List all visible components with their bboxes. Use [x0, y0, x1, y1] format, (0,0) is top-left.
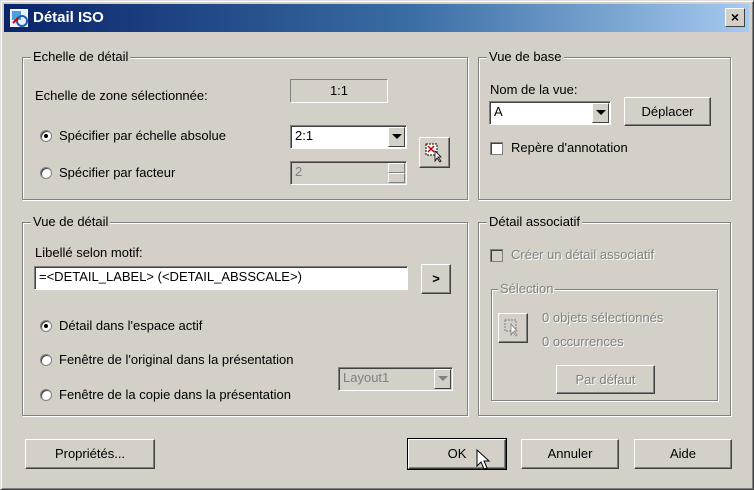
label-pattern-label: Libellé selon motif:	[35, 245, 143, 260]
zone-scale-label: Echelle de zone sélectionnée:	[35, 88, 208, 103]
default-button: Par défaut	[556, 365, 655, 394]
select-objects-button	[498, 313, 528, 343]
vue-detail-legend: Vue de détail	[31, 214, 111, 230]
chevron-down-icon	[438, 376, 448, 381]
absolute-scale-label[interactable]: Spécifier par échelle absolue	[59, 128, 226, 144]
absolute-scale-value: 2:1	[295, 128, 314, 143]
detail-view-app-icon	[10, 9, 28, 27]
original-viewport-label[interactable]: Fenêtre de l'original dans la présentati…	[59, 352, 293, 368]
radio-original-viewport[interactable]	[40, 354, 52, 366]
annotation-marker-checkbox[interactable]	[490, 142, 503, 155]
absolute-scale-combo[interactable]: 2:1	[290, 125, 407, 149]
label-pattern-input[interactable]: =<DETAIL_LABEL> (<DETAIL_ABSSCALE>)	[34, 266, 408, 290]
layout-combo: Layout1	[338, 367, 453, 391]
active-space-label[interactable]: Détail dans l'espace actif	[59, 318, 202, 334]
layout-dropdown-button	[434, 369, 451, 389]
pick-region-icon	[425, 143, 442, 163]
move-button[interactable]: Déplacer	[624, 97, 711, 126]
layout-value: Layout1	[343, 370, 390, 385]
associative-detail-checkbox	[490, 249, 503, 262]
chevron-down-icon	[596, 110, 606, 115]
view-name-combo[interactable]: A	[489, 101, 611, 125]
absolute-scale-dropdown-button[interactable]	[388, 127, 405, 147]
factor-value: 2	[295, 164, 303, 179]
radio-factor[interactable]	[40, 167, 52, 179]
detail-iso-dialog: Détail ISO × Echelle de détail Echelle d…	[0, 0, 754, 490]
associative-detail-label: Créer un détail associatif	[511, 247, 655, 262]
pick-scale-button[interactable]	[419, 137, 450, 168]
annotation-marker-label[interactable]: Repère d'annotation	[511, 140, 628, 156]
occurrences-count: 0 occurrences	[542, 334, 624, 349]
vue-base-group: Vue de base	[478, 49, 731, 200]
view-name-label: Nom de la vue:	[490, 82, 578, 97]
radio-copy-viewport[interactable]	[40, 389, 52, 401]
window-title: Détail ISO	[33, 9, 104, 26]
echelle-detail-legend: Echelle de détail	[31, 49, 131, 65]
properties-button[interactable]: Propriétés...	[25, 439, 155, 469]
title-bar[interactable]: Détail ISO ×	[4, 4, 749, 32]
select-objects-icon	[504, 319, 518, 337]
view-name-value: A	[494, 104, 503, 119]
close-icon: ×	[730, 9, 740, 25]
insert-field-button[interactable]: >	[421, 264, 451, 294]
mouse-cursor-icon	[476, 449, 491, 470]
radio-active-space[interactable]	[40, 320, 52, 332]
zone-scale-value: 1:1	[290, 79, 388, 103]
copy-viewport-label[interactable]: Fenêtre de la copie dans la présentation	[59, 387, 291, 403]
spin-down-button	[388, 173, 405, 183]
radio-absolute-scale[interactable]	[40, 130, 52, 142]
vue-base-legend: Vue de base	[487, 49, 564, 65]
close-button[interactable]: ×	[725, 8, 745, 27]
selected-objects-count: 0 objets sélectionnés	[542, 310, 664, 325]
help-button[interactable]: Aide	[634, 439, 732, 469]
cancel-button[interactable]: Annuler	[521, 439, 619, 469]
spin-up-button	[388, 163, 405, 173]
selection-legend: Sélection	[498, 281, 556, 297]
chevron-down-icon	[392, 134, 402, 139]
view-name-dropdown-button[interactable]	[592, 103, 609, 123]
associatif-legend: Détail associatif	[487, 214, 583, 230]
ok-label: OK	[447, 446, 467, 461]
factor-spinner: 2	[290, 161, 407, 185]
factor-label[interactable]: Spécifier par facteur	[59, 165, 175, 181]
